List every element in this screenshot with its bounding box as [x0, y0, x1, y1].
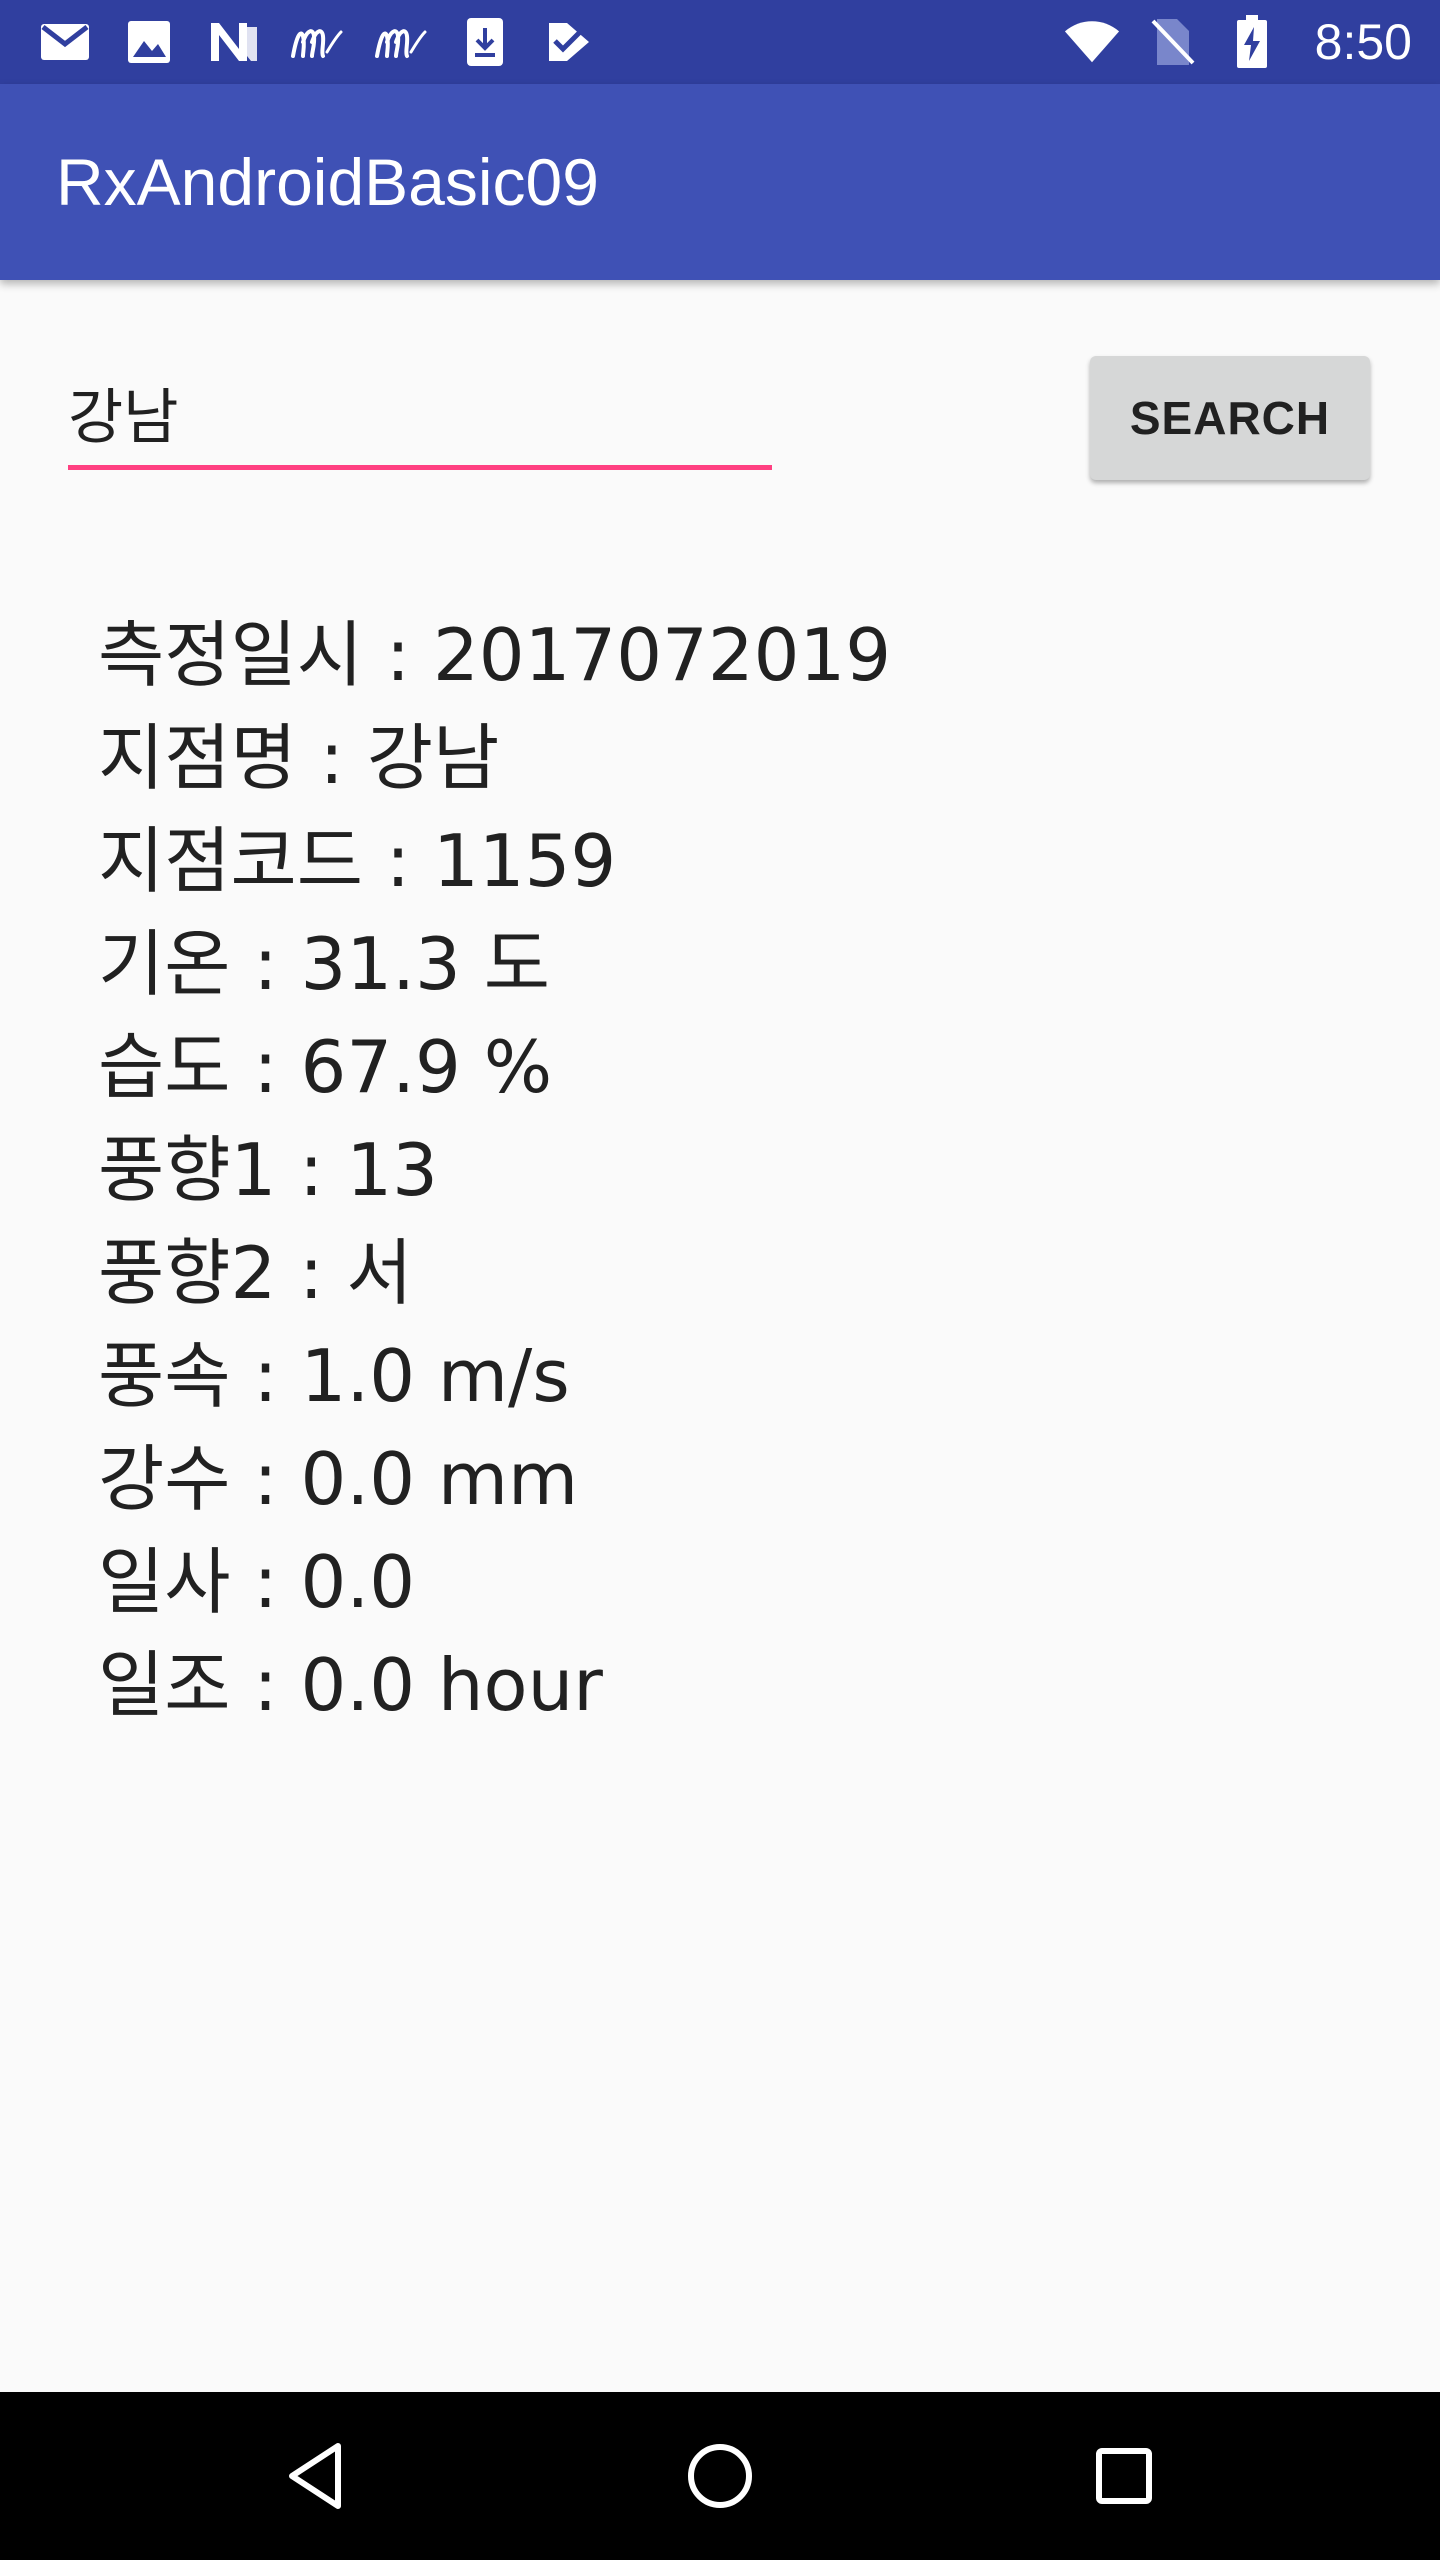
- info-wind-direction-2: 풍향2 : 서: [98, 1231, 413, 1315]
- info-measure-time: 측정일시 : 2017072019: [98, 613, 892, 697]
- search-input[interactable]: [68, 360, 772, 470]
- status-bar: 8:50: [0, 0, 1440, 84]
- info-station-name: 지점명 : 강남: [98, 716, 500, 800]
- n-app-icon: [204, 13, 262, 71]
- app-bar: RxAndroidBasic09: [0, 84, 1440, 280]
- download-icon: [456, 13, 514, 71]
- check-tag-icon: [540, 13, 598, 71]
- home-button[interactable]: [620, 2392, 820, 2560]
- info-temperature: 기온 : 31.3 도: [98, 922, 550, 1006]
- info-solar-radiation: 일사 : 0.0: [98, 1540, 416, 1624]
- system-icons: 8:50: [1063, 12, 1412, 72]
- status-clock: 8:50: [1314, 14, 1412, 70]
- m-app-icon: [288, 13, 346, 71]
- info-wind-speed: 풍속 : 1.0 m/s: [98, 1334, 570, 1418]
- m-app-icon: [372, 13, 430, 71]
- info-humidity: 습도 : 67.9 %: [98, 1025, 553, 1109]
- wifi-icon: [1063, 13, 1121, 71]
- search-button[interactable]: SEARCH: [1090, 356, 1370, 480]
- gmail-icon: [36, 13, 94, 71]
- battery-charging-icon: [1223, 13, 1281, 71]
- navigation-bar: [0, 2392, 1440, 2560]
- app-title: RxAndroidBasic09: [56, 145, 599, 219]
- recents-button[interactable]: [1024, 2392, 1224, 2560]
- info-sunshine: 일조 : 0.0 hour: [98, 1643, 603, 1727]
- weather-info: 측정일시 : 2017072019 지점명 : 강남 지점코드 : 1159 기…: [98, 604, 1298, 1737]
- info-precipitation: 강수 : 0.0 mm: [98, 1437, 579, 1521]
- back-button[interactable]: [216, 2392, 416, 2560]
- home-icon: [688, 2444, 752, 2508]
- no-sim-icon: [1143, 13, 1201, 71]
- notification-icons: [36, 12, 598, 72]
- info-wind-direction-1: 풍향1 : 13: [98, 1128, 438, 1212]
- recents-icon: [1096, 2448, 1152, 2504]
- back-icon: [289, 2443, 341, 2509]
- image-icon: [120, 13, 178, 71]
- info-station-code: 지점코드 : 1159: [98, 819, 617, 903]
